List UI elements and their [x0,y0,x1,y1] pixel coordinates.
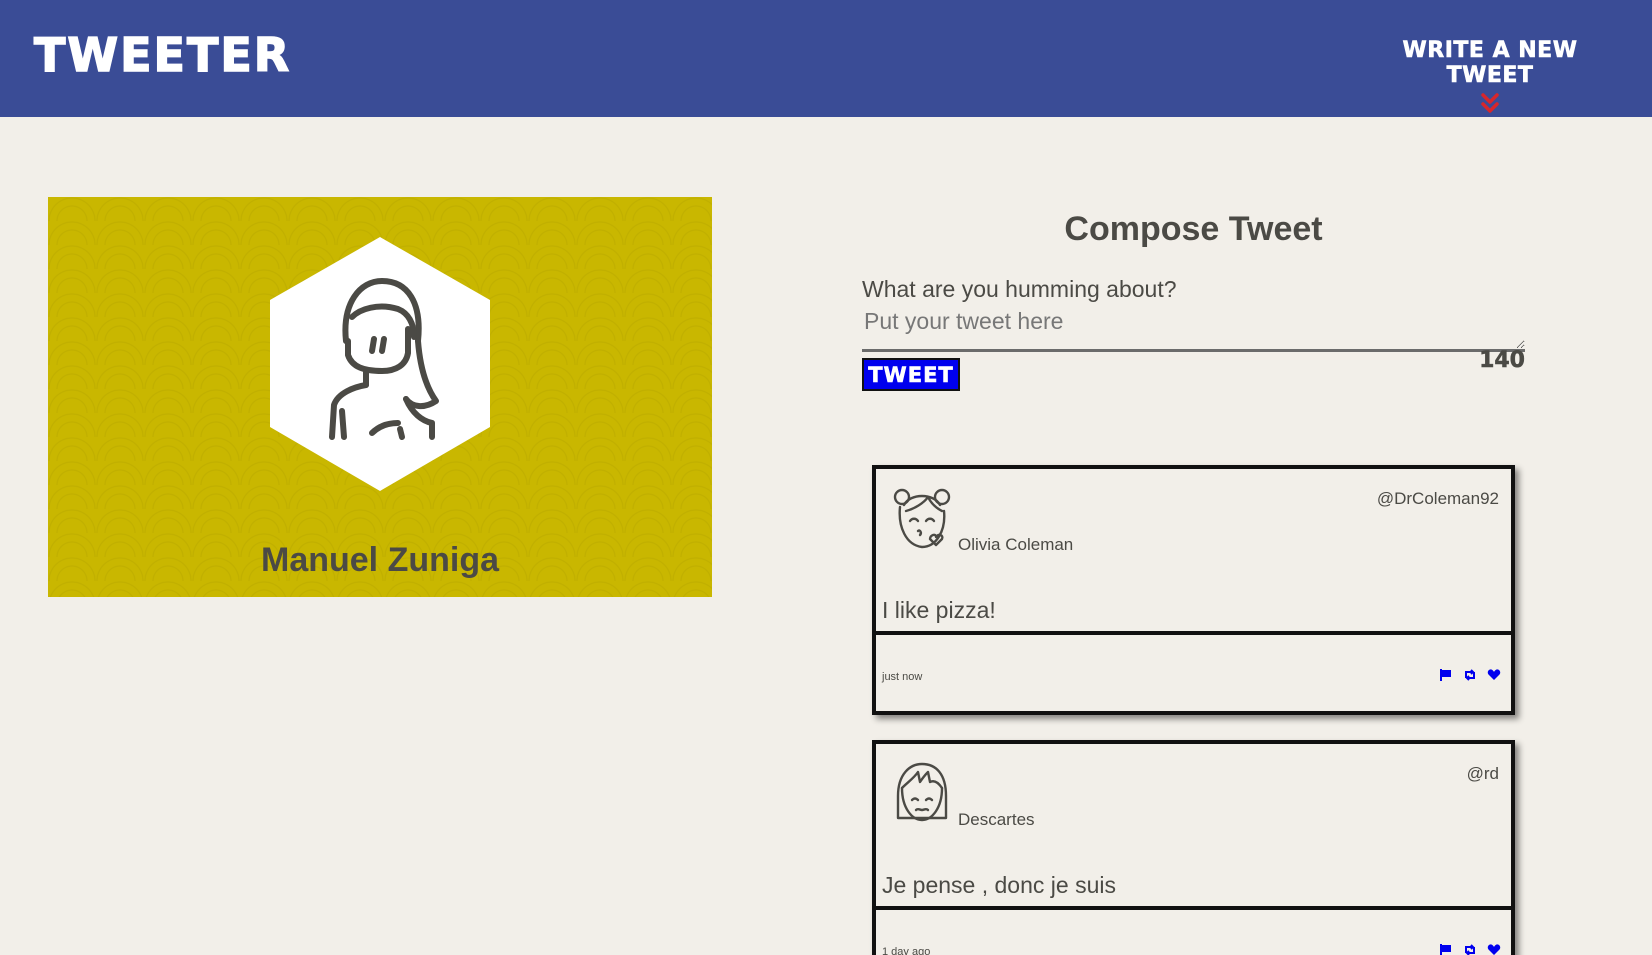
brand-logo[interactable]: TWEETER [33,27,291,83]
tweet-card: Descartes @rd Je pense , donc je suis 1 … [872,740,1515,955]
profile-avatar [268,237,492,491]
tweet-timestamp: 1 day ago [882,946,931,955]
tweet-text: Je pense , donc je suis [882,872,1116,898]
tweet-author-handle[interactable]: @DrColeman92 [1377,489,1499,509]
tweet-author-name: Descartes [958,810,1035,829]
top-nav: TWEETER WRITE A NEW TWEET [0,0,1652,117]
tweet-header: Olivia Coleman @DrColeman92 I like pizza… [876,469,1511,631]
girl-bangs-avatar-icon [896,762,948,822]
retweet-icon[interactable] [1463,942,1477,955]
compose-title: Compose Tweet [1064,210,1323,248]
user-avatar-icon [270,237,490,491]
tweet-timestamp: just now [882,671,923,683]
tweet-submit-button[interactable]: TWEET [862,358,960,391]
retweet-icon[interactable] [1463,667,1477,681]
tweet-footer: 1 day ago [876,906,1511,955]
profile-card: Manuel Zuniga [48,197,712,597]
tweet-author-name: Olivia Coleman [958,535,1074,554]
compose-question-label: What are you humming about? [862,276,1177,302]
compose-tweet-section: Compose Tweet What are you humming about… [862,210,1525,410]
tweet-input[interactable] [862,304,1525,352]
char-counter: 140 [1479,348,1525,374]
tweet-actions [1439,942,1501,955]
tweet-card: Olivia Coleman @DrColeman92 I like pizza… [872,465,1515,715]
tweet-header: Descartes @rd Je pense , donc je suis [876,744,1511,906]
tweet-actions [1439,667,1501,681]
chevron-double-down-icon [1481,93,1499,113]
tweet-author-handle[interactable]: @rd [1467,764,1499,784]
flag-icon[interactable] [1439,942,1453,955]
heart-icon[interactable] [1487,667,1501,681]
profile-name: Manuel Zuniga [261,541,499,579]
write-new-tweet-label: WRITE A NEW TWEET [1402,38,1578,89]
heart-icon[interactable] [1487,942,1501,955]
tweet-text: I like pizza! [882,597,996,623]
flag-icon[interactable] [1439,667,1453,681]
write-new-tweet-button[interactable]: WRITE A NEW TWEET [1360,38,1620,113]
girl-buns-avatar-icon [893,488,951,549]
tweet-footer: just now [876,631,1511,715]
